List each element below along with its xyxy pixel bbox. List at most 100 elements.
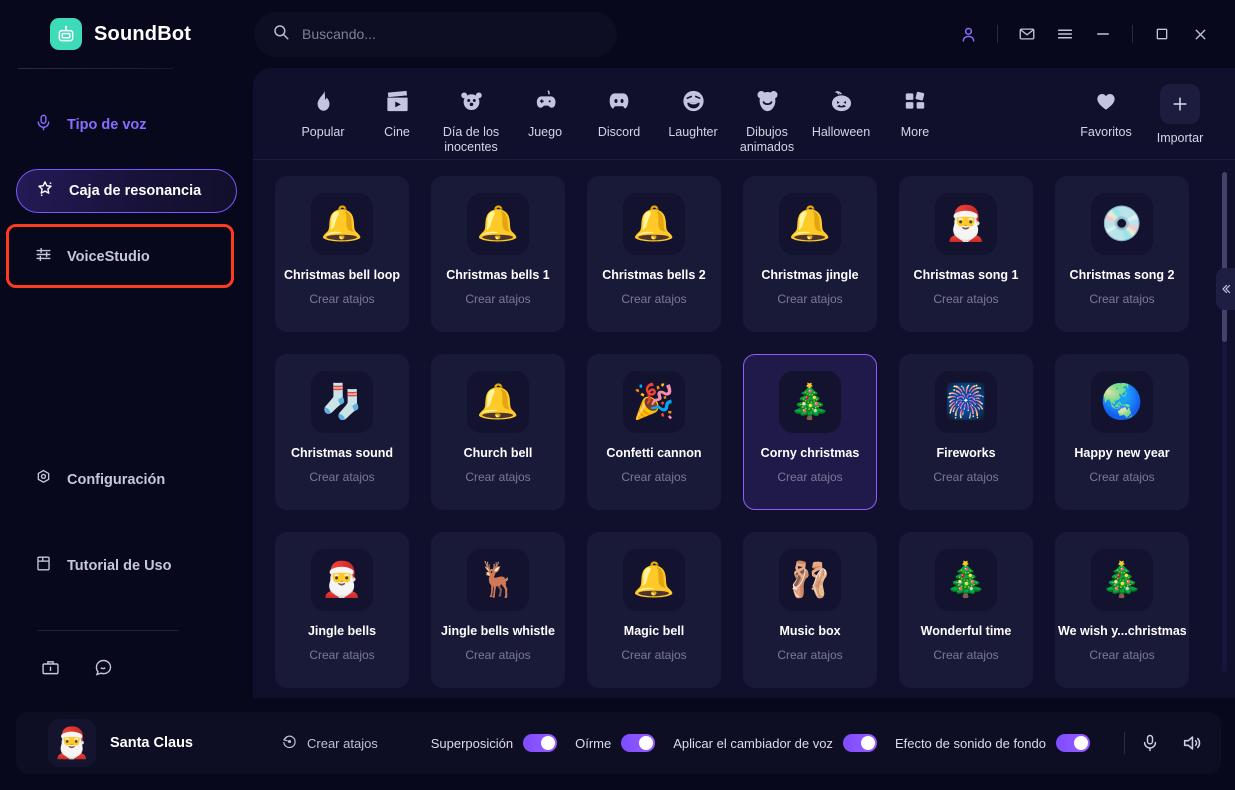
jingle-bell-icon: 🔔 — [779, 193, 841, 255]
category-dia-de-los-inocentes[interactable]: Día de los inocentes — [434, 84, 508, 155]
sound-card[interactable]: 🔔 Christmas bells 1 Crear atajos — [431, 176, 565, 332]
toggle-switch[interactable] — [621, 734, 656, 752]
sound-card-shortcut-label[interactable]: Crear atajos — [465, 470, 530, 484]
hamburger-menu-icon[interactable] — [1048, 17, 1082, 51]
category-label: Laughter — [668, 125, 718, 139]
sound-card-shortcut-label[interactable]: Crear atajos — [621, 470, 686, 484]
sound-card-shortcut-label[interactable]: Crear atajos — [933, 648, 998, 662]
category-discord[interactable]: Discord — [582, 84, 656, 140]
speaker-icon[interactable] — [1177, 732, 1207, 754]
scrollbar-thumb[interactable] — [1222, 172, 1227, 342]
sound-card-shortcut-label[interactable]: Crear atajos — [777, 470, 842, 484]
sound-card[interactable]: 🎆 Fireworks Crear atajos — [899, 354, 1033, 510]
vertical-scrollbar[interactable] — [1222, 172, 1227, 672]
sound-card[interactable]: 🔔 Christmas bells 2 Crear atajos — [587, 176, 721, 332]
sidebar-item-tutorial-de-uso[interactable]: Tutorial de Uso — [16, 544, 237, 588]
sound-card-title: Music box — [779, 624, 841, 638]
sound-card-shortcut-label[interactable]: Crear atajos — [465, 292, 530, 306]
search-bar[interactable] — [254, 11, 617, 57]
sound-card-shortcut-label[interactable]: Crear atajos — [777, 292, 842, 306]
soundbot-app-window: SoundBot Buscando... Tipo de voz Caja de… — [0, 0, 1235, 790]
chat-bubble-icon[interactable] — [93, 657, 114, 683]
category-laughter[interactable]: Laughter — [656, 84, 730, 140]
sound-card-shortcut-label[interactable]: Crear atajos — [777, 648, 842, 662]
magic-wand-icon — [35, 179, 55, 204]
sidebar-footer-icons — [40, 657, 253, 683]
sound-card-shortcut-label[interactable]: Crear atajos — [621, 292, 686, 306]
sound-card-shortcut-label[interactable]: Crear atajos — [1089, 648, 1154, 662]
category-dibujos-animados[interactable]: Dibujos animados — [730, 84, 804, 155]
mail-icon[interactable] — [1010, 17, 1044, 51]
sound-card-shortcut-label[interactable]: Crear atajos — [309, 470, 374, 484]
sound-card[interactable]: 🦌 Jingle bells whistle Crear atajos — [431, 532, 565, 688]
close-icon[interactable] — [1183, 17, 1217, 51]
party-popper-icon: 🎉 — [623, 371, 685, 433]
sound-card[interactable]: 🎅 Christmas song 1 Crear atajos — [899, 176, 1033, 332]
sound-card[interactable]: 🩰 Music box Crear atajos — [743, 532, 877, 688]
sidebar-item-configuracion[interactable]: Configuración — [16, 458, 237, 502]
minimize-icon[interactable] — [1086, 17, 1120, 51]
category-favoritos[interactable]: Favoritos — [1069, 84, 1143, 140]
sound-card-shortcut-label[interactable]: Crear atajos — [933, 292, 998, 306]
toggle-switch[interactable] — [523, 734, 558, 752]
category-importar[interactable]: Importar — [1143, 84, 1217, 146]
christmas-bells-icon: 🔔 — [311, 193, 373, 255]
toolbox-icon[interactable] — [40, 657, 61, 683]
toggle-switch[interactable] — [842, 734, 877, 752]
category-juego[interactable]: Juego — [508, 84, 582, 140]
divider — [1124, 732, 1125, 754]
current-voice[interactable]: 🎅 Santa Claus — [48, 719, 193, 767]
sound-card[interactable]: 🎄 Corny christmas Crear atajos — [743, 354, 877, 510]
sound-card-shortcut-label[interactable]: Crear atajos — [933, 470, 998, 484]
laughing-face-icon — [680, 84, 707, 118]
sound-card-shortcut-label[interactable]: Crear atajos — [465, 648, 530, 662]
sound-card-title: Happy new year — [1074, 446, 1170, 460]
toggle-switch[interactable] — [1056, 734, 1090, 752]
toggle-knob — [639, 736, 654, 750]
sound-card-title: Jingle bells whistle — [441, 624, 555, 638]
sound-card[interactable]: 🔔 Magic bell Crear atajos — [587, 532, 721, 688]
sound-card[interactable]: 🎉 Confetti cannon Crear atajos — [587, 354, 721, 510]
sound-card[interactable]: 🧦 Christmas sound Crear atajos — [275, 354, 409, 510]
sidebar-item-voicestudio[interactable]: VoiceStudio — [16, 235, 237, 279]
sound-card[interactable]: 🌏 Happy new year Crear atajos — [1055, 354, 1189, 510]
sidebar-item-label: Configuración — [67, 472, 166, 488]
sound-grid-area: 🔔 Christmas bell loop Crear atajos 🔔 Christm… — [253, 160, 1235, 697]
maximize-icon[interactable] — [1145, 17, 1179, 51]
sound-card[interactable]: 🎅 Jingle bells Crear atajos — [275, 532, 409, 688]
window-controls — [951, 17, 1217, 51]
content-panel: Popular Cine Día de los inocentes Juego … — [253, 68, 1235, 698]
category-label: Juego — [527, 125, 563, 139]
current-voice-name: Santa Claus — [110, 735, 193, 751]
sound-card[interactable]: 🔔 Christmas jingle Crear atajos — [743, 176, 877, 332]
category-label: Importar — [1156, 131, 1204, 145]
category-more[interactable]: More — [878, 84, 952, 140]
reindeer-icon: 🦌 — [467, 549, 529, 611]
sidebar-item-tipo-de-voz[interactable]: Tipo de voz — [16, 103, 237, 147]
sound-card[interactable]: 💿 Christmas song 2 Crear atajos — [1055, 176, 1189, 332]
category-popular[interactable]: Popular — [286, 84, 360, 140]
hand-bell-icon: 🔔 — [623, 549, 685, 611]
create-shortcut-button[interactable]: Crear atajos — [281, 733, 378, 753]
user-icon[interactable] — [951, 17, 985, 51]
sound-card-shortcut-label[interactable]: Crear atajos — [621, 648, 686, 662]
sound-card-shortcut-label[interactable]: Crear atajos — [309, 292, 374, 306]
sound-card[interactable]: 🎄 We wish y...christmas Crear atajos — [1055, 532, 1189, 688]
collapse-panel-button[interactable] — [1216, 268, 1235, 310]
category-cine[interactable]: Cine — [360, 84, 434, 140]
sound-card[interactable]: 🔔 Christmas bell loop Crear atajos — [275, 176, 409, 332]
sound-card-shortcut-label[interactable]: Crear atajos — [1089, 292, 1154, 306]
search-input[interactable] — [302, 26, 592, 42]
sound-card[interactable]: 🎄 Wonderful time Crear atajos — [899, 532, 1033, 688]
sound-card-title: Wonderful time — [920, 624, 1012, 638]
divider — [1132, 25, 1133, 43]
book-icon — [34, 554, 53, 578]
sound-card[interactable]: 🔔 Church bell Crear atajos — [431, 354, 565, 510]
sound-card-shortcut-label[interactable]: Crear atajos — [309, 648, 374, 662]
microphone-icon[interactable] — [1135, 733, 1165, 753]
sound-card-title: Christmas bells 2 — [602, 268, 706, 282]
category-halloween[interactable]: Halloween — [804, 84, 878, 140]
divider — [997, 25, 998, 43]
sidebar-item-caja-de-resonancia[interactable]: Caja de resonancia — [16, 169, 237, 213]
sound-card-shortcut-label[interactable]: Crear atajos — [1089, 470, 1154, 484]
